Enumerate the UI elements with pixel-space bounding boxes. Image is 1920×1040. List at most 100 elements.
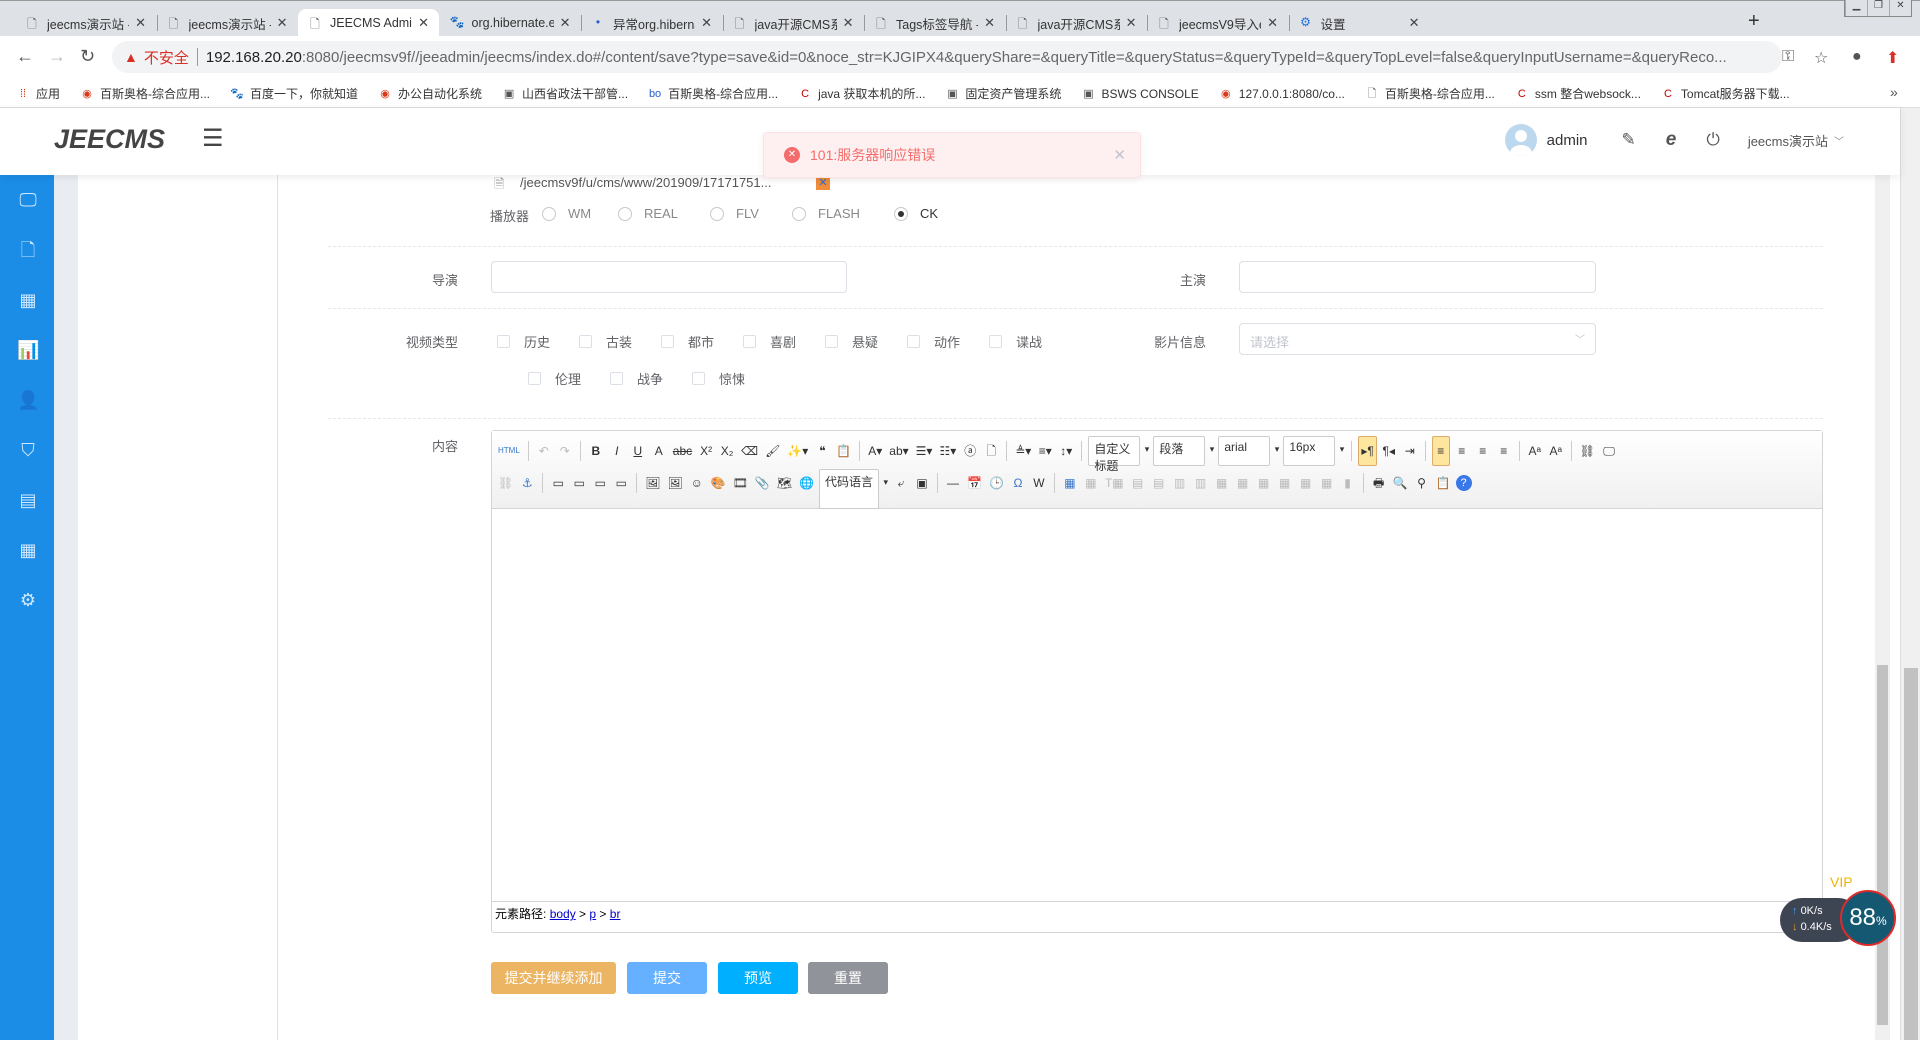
reset-button[interactable]: 重置 (808, 962, 888, 994)
reload-icon[interactable]: ↻ (80, 46, 95, 67)
video-type-checkbox[interactable]: 喜剧 (743, 332, 796, 351)
ordered-list-icon[interactable]: ☰▾ (914, 441, 935, 461)
delete-table-icon[interactable]: ▦ (1082, 473, 1100, 493)
line-height-icon[interactable]: ↕▾ (1057, 441, 1075, 461)
split-to-cells-icon[interactable]: ▦ (1276, 473, 1294, 493)
code-lang-dropdown[interactable]: 代码语言 (819, 469, 888, 509)
monitor-icon[interactable]: 🖵 (17, 189, 39, 211)
anchor-icon[interactable]: ⚓ (518, 473, 536, 493)
search-replace-icon[interactable]: 🔍 (1391, 473, 1410, 493)
player-radio-wm[interactable]: WM (542, 206, 591, 221)
split-to-cols-icon[interactable]: ▦ (1318, 473, 1336, 493)
close-tab-icon[interactable]: ✕ (560, 15, 571, 31)
horizontal-rule-icon[interactable]: — (944, 473, 962, 493)
merge-down-icon[interactable]: ▦ (1255, 473, 1273, 493)
video-type-checkbox[interactable]: 谍战 (989, 332, 1042, 351)
actor-input[interactable] (1239, 261, 1596, 293)
undo-icon[interactable]: ↶ (535, 441, 553, 461)
preview-icon[interactable]: 🖵 (1600, 441, 1618, 461)
time-icon[interactable]: 🕒 (987, 473, 1006, 493)
user-edit-icon[interactable]: ✎ (1622, 130, 1636, 150)
film-info-select[interactable]: 请选择 ﹀ (1239, 323, 1596, 355)
close-tab-icon[interactable]: ✕ (701, 15, 712, 31)
insert-col-icon[interactable]: ▥ (1171, 473, 1189, 493)
browser-tab[interactable]: • 异常org.hibernate. ✕ (581, 9, 722, 37)
grid-icon[interactable]: ▦ (17, 289, 39, 311)
word-image-icon[interactable]: W (1030, 473, 1048, 493)
unlink-icon[interactable]: ⛓ (496, 473, 515, 493)
power-icon[interactable]: ⏻ (1706, 130, 1719, 150)
scrollbar-thumb[interactable] (1877, 665, 1888, 1025)
bookmark-item[interactable]: 🐾 百度一下，你就知道 (230, 85, 358, 102)
bookmark-item[interactable]: ▣ 固定资产管理系统 (945, 85, 1061, 102)
font-dropdown[interactable]: arial (1218, 436, 1279, 466)
bookmark-item[interactable]: bo 百斯奥格-综合应用... (648, 85, 778, 102)
superscript-icon[interactable]: X² (697, 441, 715, 461)
paste-plain-icon[interactable]: 📋 (834, 441, 853, 461)
editor-body[interactable] (492, 509, 1822, 901)
highlight-icon[interactable]: ab▾ (887, 441, 910, 461)
close-tab-icon[interactable]: ✕ (277, 15, 288, 31)
eraser-icon[interactable]: ⌫ (739, 441, 760, 461)
bookmark-item[interactable]: ◉ 百斯奥格-综合应用... (80, 85, 210, 102)
close-tab-icon[interactable]: ✕ (418, 15, 429, 31)
path-body-link[interactable]: body (550, 907, 576, 921)
attachment-icon[interactable]: 📎 (753, 473, 772, 493)
update-icon[interactable]: ⬆ (1886, 48, 1899, 68)
video-type-checkbox[interactable]: 古装 (579, 332, 632, 351)
scrawl-icon[interactable]: 🎨 (709, 473, 728, 493)
delete-row-icon[interactable]: ▤ (1150, 473, 1168, 493)
page-break-icon[interactable]: ⤶ (892, 473, 910, 493)
emotion-icon[interactable]: ☺ (688, 473, 706, 493)
document-icon[interactable]: 🗋 (17, 239, 39, 261)
auto-format-icon[interactable]: ✨▾ (785, 441, 810, 461)
bookmark-item[interactable]: ▣ BSWS CONSOLE (1081, 87, 1199, 101)
player-radio-ck[interactable]: CK (894, 206, 938, 221)
font-border-icon[interactable]: A (650, 441, 668, 461)
close-tab-icon[interactable]: ✕ (135, 15, 146, 31)
paragraph-dropdown[interactable]: 段落 (1153, 436, 1214, 466)
address-bar[interactable]: ▲ 不安全 192.168.20.20:8080/jeecmsv9f//jeea… (112, 41, 1782, 73)
image-right-icon[interactable]: ▭ (591, 473, 609, 493)
direction-rtl-icon[interactable]: ¶◂ (1380, 441, 1398, 461)
justify-center-icon[interactable]: ≡ (1453, 441, 1471, 461)
back-icon[interactable]: ← (16, 46, 34, 67)
close-tab-icon[interactable]: ✕ (1409, 15, 1420, 31)
blockquote-icon[interactable]: ❝ (813, 441, 831, 461)
menu-toggle-icon[interactable]: ☰ (202, 124, 224, 153)
image-none-icon[interactable]: ▭ (549, 473, 567, 493)
clear-doc-icon[interactable]: 🗋 (982, 441, 1000, 461)
browser-ie-icon[interactable]: e (1666, 129, 1677, 151)
bookmark-item[interactable]: Cjava 获取本机的所... (798, 85, 925, 102)
forward-icon[interactable]: → (48, 46, 66, 67)
video-type-checkbox[interactable]: 惊悚 (692, 369, 745, 388)
restore-button[interactable]: ❐ (1867, 0, 1889, 16)
chart-icon[interactable]: 📊 (17, 339, 39, 361)
link-icon[interactable]: ⛓ (1578, 441, 1597, 461)
bookmark-item[interactable]: ◉ 127.0.0.1:8080/co... (1219, 87, 1345, 101)
logo[interactable]: JEECMS (54, 124, 165, 155)
help-icon[interactable]: ? (1455, 475, 1472, 491)
close-window-button[interactable]: ✕ (1889, 0, 1911, 16)
tolowercase-icon[interactable]: Aᵃ (1547, 441, 1565, 461)
player-radio-flv[interactable]: FLV (710, 206, 759, 221)
close-tab-icon[interactable]: ✕ (984, 15, 995, 31)
image-center-icon[interactable]: ▭ (612, 473, 630, 493)
shield-icon[interactable]: ⛉ (17, 439, 39, 461)
video-type-checkbox[interactable]: 历史 (497, 332, 550, 351)
map-icon[interactable]: 🗺 (775, 473, 794, 493)
strikethrough-icon[interactable]: abc (671, 441, 694, 461)
chart-icon[interactable]: ▮ (1339, 473, 1357, 493)
close-tab-icon[interactable]: ✕ (1126, 15, 1137, 31)
justify-right-icon[interactable]: ≡ (1474, 441, 1492, 461)
scrollbar-thumb[interactable] (1904, 668, 1918, 1040)
avatar[interactable] (1504, 124, 1537, 156)
special-chars-icon[interactable]: Ω (1009, 473, 1027, 493)
submit-continue-button[interactable]: 提交并继续添加 (491, 962, 616, 994)
bookmark-item[interactable]: C Tomcat服务器下载... (1661, 85, 1790, 102)
close-icon[interactable]: ✕ (1113, 146, 1126, 164)
unordered-list-icon[interactable]: ☷▾ (937, 441, 958, 461)
format-painter-icon[interactable]: 🖌 (763, 441, 782, 461)
insert-image-icon[interactable]: 🖼 (665, 473, 684, 493)
more-bookmarks-icon[interactable]: » (1890, 84, 1898, 100)
